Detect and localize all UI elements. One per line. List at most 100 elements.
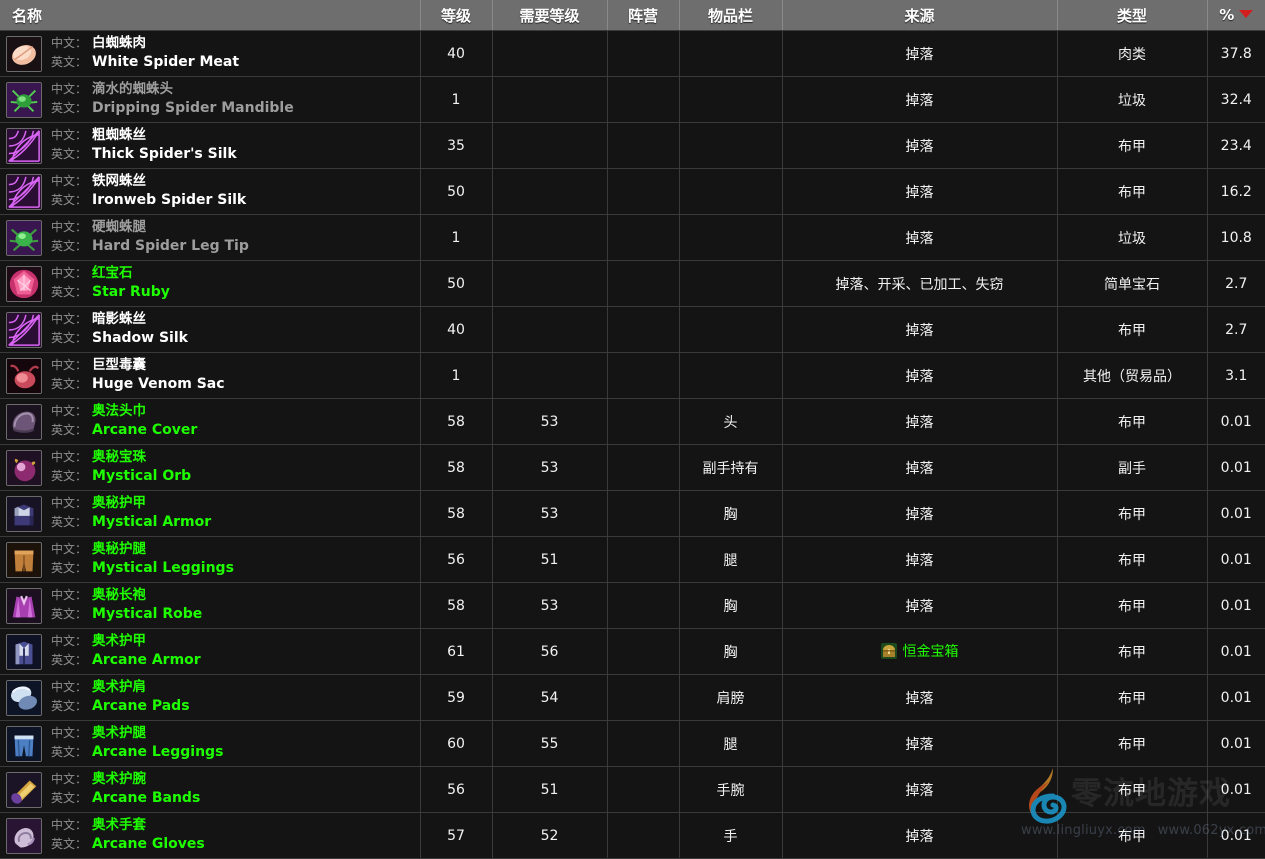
item-name-cn[interactable]: 奥秘宝珠 [92, 449, 146, 467]
cell-item-name[interactable]: 中文： 滴水的蜘蛛头 英文： Dripping Spider Mandible [0, 76, 421, 123]
cell-item-name[interactable]: 中文： 奥秘护甲 英文： Mystical Armor [0, 490, 421, 537]
table-row[interactable]: 中文： 铁网蛛丝 英文： Ironweb Spider Silk 50 掉落 布甲 1… [0, 168, 1265, 215]
table-row[interactable]: 中文： 粗蜘蛛丝 英文： Thick Spider's Silk 35 掉落 布甲 2… [0, 122, 1265, 169]
cell-item-name[interactable]: 中文： 奥秘长袍 英文： Mystical Robe [0, 582, 421, 629]
table-row[interactable]: 中文： 奥术护肩 英文： Arcane Pads 59 54 肩膀 掉落 布甲 0.01 [0, 674, 1265, 721]
cell-item-name[interactable]: 中文： 奥术护腕 英文： Arcane Bands [0, 766, 421, 813]
table-row[interactable]: 中文： 白蜘蛛肉 英文： White Spider Meat 40 掉落 肉类 37.… [0, 30, 1265, 77]
mystical-orb-icon[interactable] [6, 449, 42, 486]
table-row[interactable]: 中文： 巨型毒囊 英文： Huge Venom Sac 1 掉落 其他（贸易品） 3.… [0, 352, 1265, 399]
item-name-cn[interactable]: 白蜘蛛肉 [92, 35, 146, 53]
cell-item-name[interactable]: 中文： 白蜘蛛肉 英文： White Spider Meat [0, 30, 421, 77]
ironweb-spider-silk-icon[interactable] [6, 173, 42, 210]
column-header-slot[interactable]: 物品栏 [679, 0, 783, 31]
item-name-cn[interactable]: 奥术手套 [92, 817, 146, 835]
sort-desc-caret-icon[interactable] [1239, 10, 1254, 18]
cell-item-name[interactable]: 中文： 粗蜘蛛丝 英文： Thick Spider's Silk [0, 122, 421, 169]
huge-venom-sac-icon[interactable] [6, 357, 42, 394]
arcane-cover-icon[interactable] [6, 403, 42, 440]
column-header-level[interactable]: 等级 [420, 0, 493, 31]
item-name-en[interactable]: Thick Spider's Silk [92, 145, 237, 163]
arcane-gloves-icon[interactable] [6, 817, 42, 854]
item-name-cn[interactable]: 滴水的蜘蛛头 [92, 81, 173, 99]
white-spider-meat-icon[interactable] [6, 35, 42, 72]
item-name-en[interactable]: Arcane Bands [92, 789, 200, 807]
arcane-leggings-icon[interactable] [6, 725, 42, 762]
item-name-en[interactable]: Arcane Cover [92, 421, 197, 439]
cell-item-name[interactable]: 中文： 奥秘护腿 英文： Mystical Leggings [0, 536, 421, 583]
item-name-en[interactable]: Arcane Gloves [92, 835, 205, 853]
cell-item-name[interactable]: 中文： 暗影蛛丝 英文： Shadow Silk [0, 306, 421, 353]
column-header-reqlevel[interactable]: 需要等级 [492, 0, 608, 31]
table-row[interactable]: 中文： 奥术护腿 英文： Arcane Leggings 60 55 腿掉落 布甲 0.… [0, 720, 1265, 767]
shadow-silk-icon[interactable] [6, 311, 42, 348]
item-name-cn[interactable]: 暗影蛛丝 [92, 311, 146, 329]
column-header-faction[interactable]: 阵营 [607, 0, 680, 31]
item-name-cn[interactable]: 奥法头巾 [92, 403, 146, 421]
mystical-robe-icon[interactable] [6, 587, 42, 624]
item-name-en[interactable]: Mystical Robe [92, 605, 202, 623]
item-name-en[interactable]: Star Ruby [92, 283, 170, 301]
mystical-armor-icon[interactable] [6, 495, 42, 532]
table-row[interactable]: 中文： 硬蜘蛛腿 英文： Hard Spider Leg Tip 1 掉落 垃圾 10… [0, 214, 1265, 261]
cell-item-name[interactable]: 中文： 巨型毒囊 英文： Huge Venom Sac [0, 352, 421, 399]
cell-item-name[interactable]: 中文： 奥术护肩 英文： Arcane Pads [0, 674, 421, 721]
item-name-cn[interactable]: 奥秘护腿 [92, 541, 146, 559]
cell-item-name[interactable]: 中文： 奥秘宝珠 英文： Mystical Orb [0, 444, 421, 491]
column-header-source[interactable]: 来源 [782, 0, 1058, 31]
star-ruby-icon[interactable] [6, 265, 42, 302]
item-name-en[interactable]: Ironweb Spider Silk [92, 191, 246, 209]
item-name-cn[interactable]: 红宝石 [92, 265, 133, 283]
cell-source[interactable]: 恒金宝箱 [782, 628, 1058, 675]
table-row[interactable]: 中文： 奥秘长袍 英文： Mystical Robe 58 53 胸掉落 布甲 0.01 [0, 582, 1265, 629]
table-row[interactable]: 中文： 暗影蛛丝 英文： Shadow Silk 40 掉落 布甲 2.7 [0, 306, 1265, 353]
item-name-cn[interactable]: 奥术护腕 [92, 771, 146, 789]
item-name-en[interactable]: Huge Venom Sac [92, 375, 225, 393]
source-link-label[interactable]: 恒金宝箱 [903, 641, 959, 661]
mystical-leggings-icon[interactable] [6, 541, 42, 578]
item-name-en[interactable]: Arcane Pads [92, 697, 190, 715]
item-name-en[interactable]: Shadow Silk [92, 329, 188, 347]
thick-spiders-silk-icon[interactable] [6, 127, 42, 164]
table-row[interactable]: 中文： 红宝石 英文： Star Ruby 50 掉落、开采、已加工、失窃 简单宝石… [0, 260, 1265, 307]
item-name-en[interactable]: Mystical Armor [92, 513, 211, 531]
table-row[interactable]: 中文： 奥术手套 英文： Arcane Gloves 57 52 手掉落 布甲 0.01 [0, 812, 1265, 859]
cell-item-name[interactable]: 中文： 奥术护腿 英文： Arcane Leggings [0, 720, 421, 767]
cell-item-name[interactable]: 中文： 硬蜘蛛腿 英文： Hard Spider Leg Tip [0, 214, 421, 261]
item-name-cn[interactable]: 奥术护腿 [92, 725, 146, 743]
item-name-en[interactable]: Dripping Spider Mandible [92, 99, 294, 117]
table-row[interactable]: 中文： 奥术护甲 英文： Arcane Armor 61 56 胸 恒金宝箱 布甲 0… [0, 628, 1265, 675]
item-name-en[interactable]: Mystical Orb [92, 467, 191, 485]
item-name-en[interactable]: White Spider Meat [92, 53, 239, 71]
table-row[interactable]: 中文： 奥秘护腿 英文： Mystical Leggings 56 51 腿掉落 布甲… [0, 536, 1265, 583]
cell-item-name[interactable]: 中文： 红宝石 英文： Star Ruby [0, 260, 421, 307]
item-name-cn[interactable]: 奥秘长袍 [92, 587, 146, 605]
cell-item-name[interactable]: 中文： 奥术护甲 英文： Arcane Armor [0, 628, 421, 675]
cell-item-name[interactable]: 中文： 铁网蛛丝 英文： Ironweb Spider Silk [0, 168, 421, 215]
table-row[interactable]: 中文： 滴水的蜘蛛头 英文： Dripping Spider Mandible … [0, 76, 1265, 123]
column-header-percent[interactable]: % [1207, 0, 1265, 31]
item-name-cn[interactable]: 粗蜘蛛丝 [92, 127, 146, 145]
item-name-cn[interactable]: 硬蜘蛛腿 [92, 219, 146, 237]
cell-item-name[interactable]: 中文： 奥术手套 英文： Arcane Gloves [0, 812, 421, 859]
table-row[interactable]: 中文： 奥法头巾 英文： Arcane Cover 58 53 头掉落 布甲 0.01 [0, 398, 1265, 445]
item-name-cn[interactable]: 奥术护肩 [92, 679, 146, 697]
item-name-cn[interactable]: 奥秘护甲 [92, 495, 146, 513]
item-name-cn[interactable]: 奥术护甲 [92, 633, 146, 651]
item-name-en[interactable]: Arcane Leggings [92, 743, 223, 761]
item-name-cn[interactable]: 巨型毒囊 [92, 357, 146, 375]
item-name-en[interactable]: Arcane Armor [92, 651, 201, 669]
column-header-name[interactable]: 名称 [0, 0, 421, 31]
table-row[interactable]: 中文： 奥秘宝珠 英文： Mystical Orb 58 53 副手持有 掉落 副手 0.… [0, 444, 1265, 491]
arcane-armor-icon[interactable] [6, 633, 42, 670]
item-name-en[interactable]: Mystical Leggings [92, 559, 234, 577]
hard-spider-leg-tip-icon[interactable] [6, 219, 42, 256]
arcane-pads-icon[interactable] [6, 679, 42, 716]
cell-item-name[interactable]: 中文： 奥法头巾 英文： Arcane Cover [0, 398, 421, 445]
item-name-cn[interactable]: 铁网蛛丝 [92, 173, 146, 191]
item-name-en[interactable]: Hard Spider Leg Tip [92, 237, 249, 255]
dripping-spider-mandible-icon[interactable] [6, 81, 42, 118]
table-row[interactable]: 中文： 奥秘护甲 英文： Mystical Armor 58 53 胸掉落 布甲 0.0… [0, 490, 1265, 537]
table-row[interactable]: 中文： 奥术护腕 英文： Arcane Bands 56 51 手腕 掉落 布甲 0.01 [0, 766, 1265, 813]
column-header-type[interactable]: 类型 [1057, 0, 1208, 31]
